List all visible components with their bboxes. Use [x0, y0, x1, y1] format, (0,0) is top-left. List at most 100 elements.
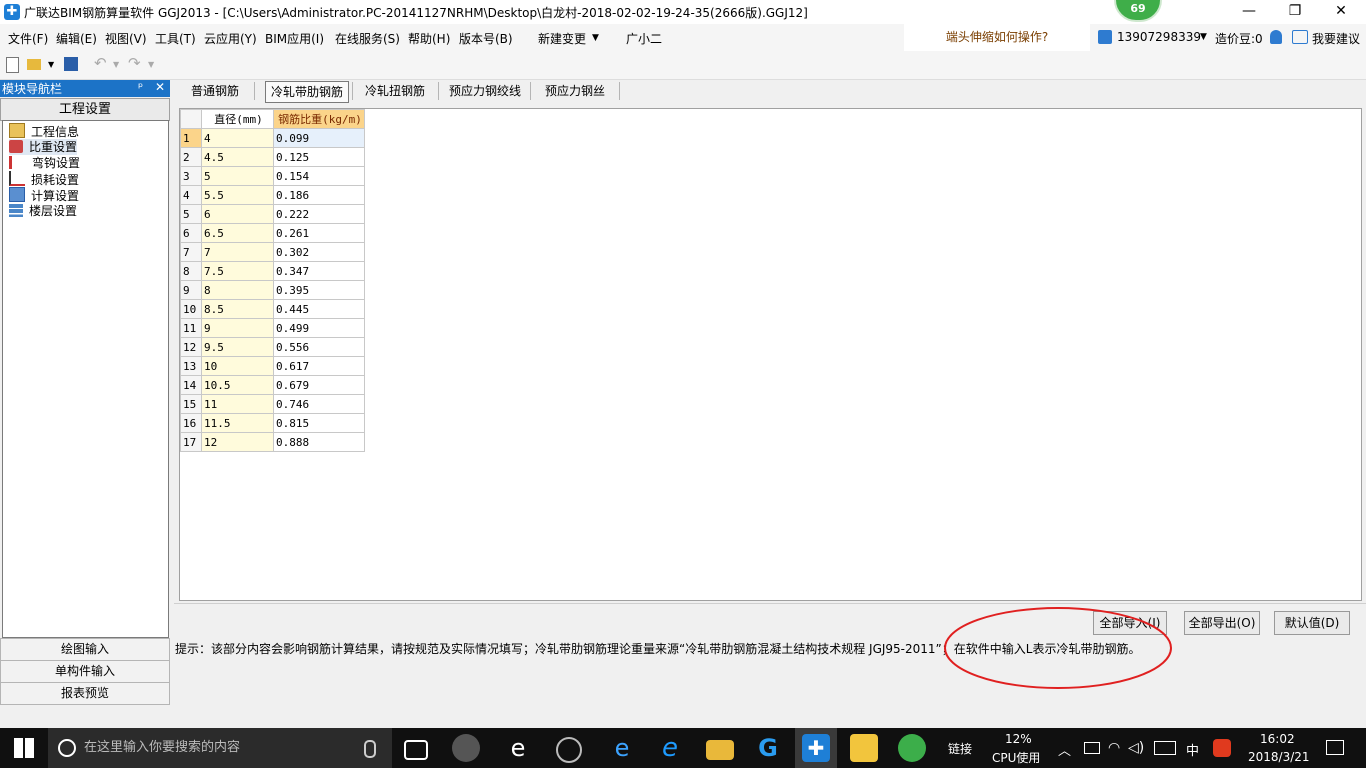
table-row[interactable]: 10 8.5 0.445 — [180, 299, 365, 319]
menu-edit[interactable]: 编辑(E) — [56, 30, 97, 47]
weight-cell[interactable]: 0.556 — [273, 337, 365, 357]
weight-cell[interactable]: 0.445 — [273, 299, 365, 319]
weight-cell[interactable]: 0.347 — [273, 261, 365, 281]
green-app-icon[interactable] — [898, 734, 926, 762]
chevron-up-icon[interactable]: ︿ — [1058, 740, 1071, 759]
pin-icon[interactable]: ᵖ — [138, 80, 143, 94]
undo-icon[interactable]: ↶ — [94, 54, 107, 72]
tree-item-project-info[interactable]: 工程信息 — [9, 123, 79, 139]
table-row[interactable]: 8 7.5 0.347 — [180, 261, 365, 281]
menu-file[interactable]: 文件(F) — [8, 30, 48, 47]
minimize-button[interactable]: — — [1226, 0, 1272, 24]
volume-icon[interactable]: ◁) — [1128, 740, 1144, 756]
diameter-cell[interactable]: 8 — [201, 280, 274, 300]
menu-online[interactable]: 在线服务(S) — [335, 30, 400, 47]
column-header-weight[interactable]: 钢筋比重(kg/m) — [273, 109, 365, 129]
tab-cold-rolled-twisted[interactable]: 冷轧扭钢筋 — [358, 80, 432, 102]
menu-help[interactable]: 帮助(H) — [408, 30, 450, 47]
diameter-cell[interactable]: 4.5 — [201, 147, 274, 167]
chevron-down-icon[interactable]: ▼ — [113, 60, 119, 69]
close-button[interactable]: ✕ — [1318, 0, 1364, 24]
diameter-cell[interactable]: 8.5 — [201, 299, 274, 319]
clock-time[interactable]: 16:02 — [1260, 732, 1295, 746]
menu-cloud[interactable]: 云应用(Y) — [204, 30, 257, 47]
nav-drawing-input[interactable]: 绘图输入 — [0, 638, 170, 661]
diameter-cell[interactable]: 12 — [201, 432, 274, 452]
export-all-button[interactable]: 全部导出(O) — [1184, 611, 1260, 635]
rebar-app-icon[interactable]: ✚ — [802, 734, 830, 762]
diameter-cell[interactable]: 9.5 — [201, 337, 274, 357]
edge-icon[interactable]: e — [608, 734, 636, 762]
diameter-cell[interactable]: 6.5 — [201, 223, 274, 243]
ie-icon[interactable]: e — [504, 734, 532, 762]
weight-cell[interactable]: 0.261 — [273, 223, 365, 243]
weight-cell[interactable]: 0.186 — [273, 185, 365, 205]
tree-item-weight-settings[interactable]: 比重设置 — [9, 139, 78, 155]
sogou-icon[interactable] — [1213, 739, 1231, 757]
save-icon[interactable] — [64, 57, 78, 71]
menu-tools[interactable]: 工具(T) — [155, 30, 196, 47]
weight-cell[interactable]: 0.395 — [273, 280, 365, 300]
tab-cold-rolled-ribbed[interactable]: 冷轧带肋钢筋 — [265, 81, 349, 103]
table-row[interactable]: 5 6 0.222 — [180, 204, 365, 224]
tree-item-hook-settings[interactable]: 弯钩设置 — [9, 155, 80, 171]
bell-icon[interactable] — [1270, 30, 1282, 44]
suggest-link[interactable]: 我要建议 — [1312, 30, 1360, 47]
wifi-icon[interactable]: ◠ — [1108, 740, 1120, 756]
table-row[interactable]: 12 9.5 0.556 — [180, 337, 365, 357]
table-row[interactable]: 4 5.5 0.186 — [180, 185, 365, 205]
diameter-cell[interactable]: 11.5 — [201, 413, 274, 433]
table-row[interactable]: 1 4 0.099 — [180, 128, 365, 148]
diameter-cell[interactable]: 11 — [201, 394, 274, 414]
menu-version[interactable]: 版本号(B) — [459, 30, 513, 47]
taskbar-search[interactable]: 在这里输入你要搜索的内容 — [48, 728, 392, 768]
weight-cell[interactable]: 0.125 — [273, 147, 365, 167]
question-banner[interactable]: 端头伸缩如何操作? — [904, 24, 1090, 51]
tab-prestressed-wire[interactable]: 预应力钢丝 — [536, 80, 614, 102]
menu-view[interactable]: 视图(V) — [105, 30, 147, 47]
keyboard-icon[interactable] — [1154, 741, 1176, 755]
table-row[interactable]: 2 4.5 0.125 — [180, 147, 365, 167]
table-row[interactable]: 3 5 0.154 — [180, 166, 365, 186]
nav-report-preview[interactable]: 报表预览 — [0, 682, 170, 705]
windows-start-icon[interactable] — [14, 738, 34, 758]
chevron-down-icon[interactable]: ▼ — [1200, 32, 1207, 42]
weight-cell[interactable]: 0.679 — [273, 375, 365, 395]
menu-new-change[interactable]: 新建变更 — [538, 30, 586, 47]
diameter-cell[interactable]: 9 — [201, 318, 274, 338]
table-row[interactable]: 11 9 0.499 — [180, 318, 365, 338]
diameter-cell[interactable]: 7 — [201, 242, 274, 262]
menu-bim[interactable]: BIM应用(I) — [265, 30, 324, 47]
table-row[interactable]: 17 12 0.888 — [180, 432, 365, 452]
table-row[interactable]: 14 10.5 0.679 — [180, 375, 365, 395]
tree-item-floor-settings[interactable]: 楼层设置 — [9, 203, 77, 219]
table-row[interactable]: 16 11.5 0.815 — [180, 413, 365, 433]
fan-app-icon[interactable] — [452, 734, 480, 762]
notification-icon[interactable] — [1326, 740, 1344, 755]
table-row[interactable]: 15 11 0.746 — [180, 394, 365, 414]
close-icon[interactable]: ✕ — [155, 80, 165, 94]
chevron-down-icon[interactable]: ▼ — [148, 60, 154, 69]
table-row[interactable]: 13 10 0.617 — [180, 356, 365, 376]
tree-item-loss-settings[interactable]: 损耗设置 — [9, 171, 79, 187]
weight-cell[interactable]: 0.302 — [273, 242, 365, 262]
clock-date[interactable]: 2018/3/21 — [1248, 750, 1310, 764]
nav-section-project-settings[interactable]: 工程设置 — [0, 98, 170, 121]
table-row[interactable]: 9 8 0.395 — [180, 280, 365, 300]
default-button[interactable]: 默认值(D) — [1274, 611, 1350, 635]
menu-assistant[interactable]: 广小二 — [626, 30, 662, 47]
new-file-icon[interactable] — [6, 57, 19, 73]
file-explorer-icon[interactable] — [706, 740, 734, 760]
table-row[interactable]: 7 7 0.302 — [180, 242, 365, 262]
ime-indicator[interactable]: 中 — [1186, 740, 1199, 759]
link-label[interactable]: 链接 — [948, 740, 972, 757]
task-view-icon[interactable] — [404, 740, 428, 760]
redo-icon[interactable]: ↷ — [128, 54, 141, 72]
chevron-down-icon[interactable]: ▼ — [48, 60, 54, 69]
tab-prestressed-strand[interactable]: 预应力钢绞线 — [444, 80, 526, 102]
diameter-cell[interactable]: 5.5 — [201, 185, 274, 205]
weight-cell[interactable]: 0.815 — [273, 413, 365, 433]
nav-single-component-input[interactable]: 单构件输入 — [0, 660, 170, 683]
notes-app-icon[interactable] — [850, 734, 878, 762]
weight-cell[interactable]: 0.154 — [273, 166, 365, 186]
